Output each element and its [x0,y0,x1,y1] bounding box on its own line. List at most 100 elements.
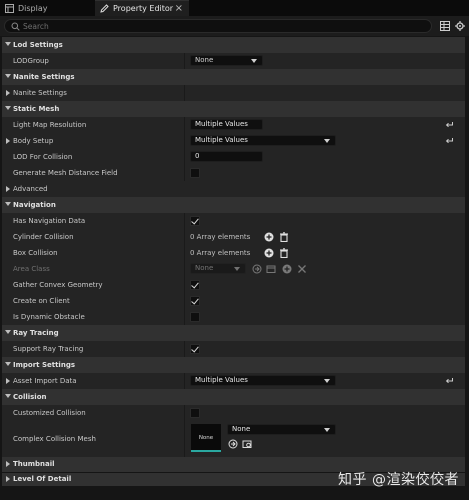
gather-convex-geometry-checkbox[interactable] [190,280,200,290]
thumbnail-label: None [198,435,214,441]
use-selected-icon[interactable] [252,264,262,274]
create-on-client-checkbox[interactable] [190,296,200,306]
search-input[interactable] [23,21,423,32]
chevron-right-icon [6,90,10,96]
reset-icon[interactable] [445,377,454,385]
chevron-down-icon [5,74,11,78]
property-label: LOD For Collision [13,153,73,161]
category-label: Static Mesh [13,105,60,113]
reset-icon[interactable] [445,137,454,145]
property-label: Asset Import Data [13,377,77,385]
use-selected-icon[interactable] [228,439,238,449]
property-label: Box Collision [13,249,58,257]
property-advanced[interactable]: Advanced [2,181,465,197]
array-count: 0 Array elements [190,249,251,257]
add-icon[interactable] [282,264,292,274]
chevron-down-icon [5,42,11,46]
category-label: Thumbnail [13,460,55,468]
property-label: Light Map Resolution [13,121,87,129]
chevron-down-icon [5,106,11,110]
support-ray-tracing-checkbox[interactable] [190,344,200,354]
tab-property-editor[interactable]: Property Editor × [95,0,189,16]
property-create-on-client: Create on Client [2,293,465,309]
property-label: Create on Client [13,297,70,305]
property-label: Has Navigation Data [13,217,86,225]
dropdown-value: Multiple Values [195,376,248,384]
category-nanite-settings[interactable]: Nanite Settings [2,69,465,85]
category-navigation[interactable]: Navigation [2,197,465,213]
property-nanite-settings[interactable]: Nanite Settings [2,85,465,101]
has-navigation-data-checkbox[interactable] [190,216,200,226]
property-list: Lod Settings LODGroup None Nanite Settin… [2,37,465,486]
property-label: Generate Mesh Distance Field [13,169,118,177]
clear-icon[interactable] [297,264,307,274]
property-label: Is Dynamic Obstacle [13,313,85,321]
chevron-right-icon [6,138,10,144]
chevron-right-icon [6,378,10,384]
property-label: Advanced [13,185,48,193]
add-icon[interactable] [264,232,274,242]
category-label: Level Of Detail [13,475,72,483]
area-class-dropdown[interactable]: None [190,263,246,274]
lod-for-collision-input[interactable]: 0 [190,151,263,162]
property-label: Complex Collision Mesh [13,435,96,443]
trash-icon[interactable] [279,248,289,258]
category-static-mesh[interactable]: Static Mesh [2,101,465,117]
browse-icon[interactable] [266,264,276,274]
is-dynamic-obstacle-checkbox[interactable] [190,312,200,322]
add-icon[interactable] [264,248,274,258]
category-label: Lod Settings [13,41,63,49]
property-label: LODGroup [13,57,49,65]
property-cylinder-collision: Cylinder Collision 0 Array elements [2,229,465,245]
tab-display[interactable]: Display [0,0,94,16]
category-collision[interactable]: Collision [2,389,465,405]
customized-collision-checkbox[interactable] [190,408,200,418]
complex-collision-mesh-dropdown[interactable]: None [227,424,336,435]
property-label: Nanite Settings [13,89,67,97]
dropdown-value: Multiple Values [195,136,248,144]
chevron-down-icon [5,394,11,398]
category-label: Import Settings [13,361,75,369]
asset-import-data-dropdown[interactable]: Multiple Values [190,375,336,386]
light-map-resolution-input[interactable]: Multiple Values [190,119,263,130]
close-icon[interactable]: × [175,3,183,14]
asset-thumbnail[interactable]: None [191,424,221,452]
browse-icon[interactable] [242,439,252,449]
property-lod-for-collision: LOD For Collision 0 [2,149,465,165]
dropdown-value: None [195,56,214,64]
property-label: Cylinder Collision [13,233,74,241]
watermark-text: 知乎 @渲染佼佼者 [338,472,459,488]
body-setup-dropdown[interactable]: Multiple Values [190,135,336,146]
input-value: Multiple Values [195,120,248,128]
chevron-down-icon [5,202,11,206]
lod-group-dropdown[interactable]: None [190,55,263,66]
property-has-navigation-data: Has Navigation Data [2,213,465,229]
category-import-settings[interactable]: Import Settings [2,357,465,373]
table-view-icon[interactable] [440,21,450,31]
property-is-dynamic-obstacle: Is Dynamic Obstacle [2,309,465,325]
reset-icon[interactable] [445,121,454,129]
dropdown-value: None [232,425,251,433]
category-label: Nanite Settings [13,73,75,81]
array-count: 0 Array elements [190,233,251,241]
property-body-setup[interactable]: Body Setup Multiple Values [2,133,465,149]
generate-mesh-distance-field-checkbox[interactable] [190,168,200,178]
property-box-collision: Box Collision 0 Array elements [2,245,465,261]
property-asset-import-data[interactable]: Asset Import Data Multiple Values [2,373,465,389]
category-lod-settings[interactable]: Lod Settings [2,37,465,53]
property-support-ray-tracing: Support Ray Tracing [2,341,465,357]
property-lod-group: LODGroup None [2,53,465,69]
chevron-down-icon [5,362,11,366]
chevron-right-icon [6,476,10,482]
dropdown-value: None [195,264,214,272]
property-label: Body Setup [13,137,54,145]
property-label: Support Ray Tracing [13,345,84,353]
chevron-right-icon [6,186,10,192]
settings-icon[interactable] [455,21,465,31]
pencil-icon [100,4,109,13]
category-ray-tracing[interactable]: Ray Tracing [2,325,465,341]
chevron-down-icon [5,330,11,334]
search-box[interactable] [4,19,432,33]
trash-icon[interactable] [279,232,289,242]
property-label: Area Class [13,265,50,273]
